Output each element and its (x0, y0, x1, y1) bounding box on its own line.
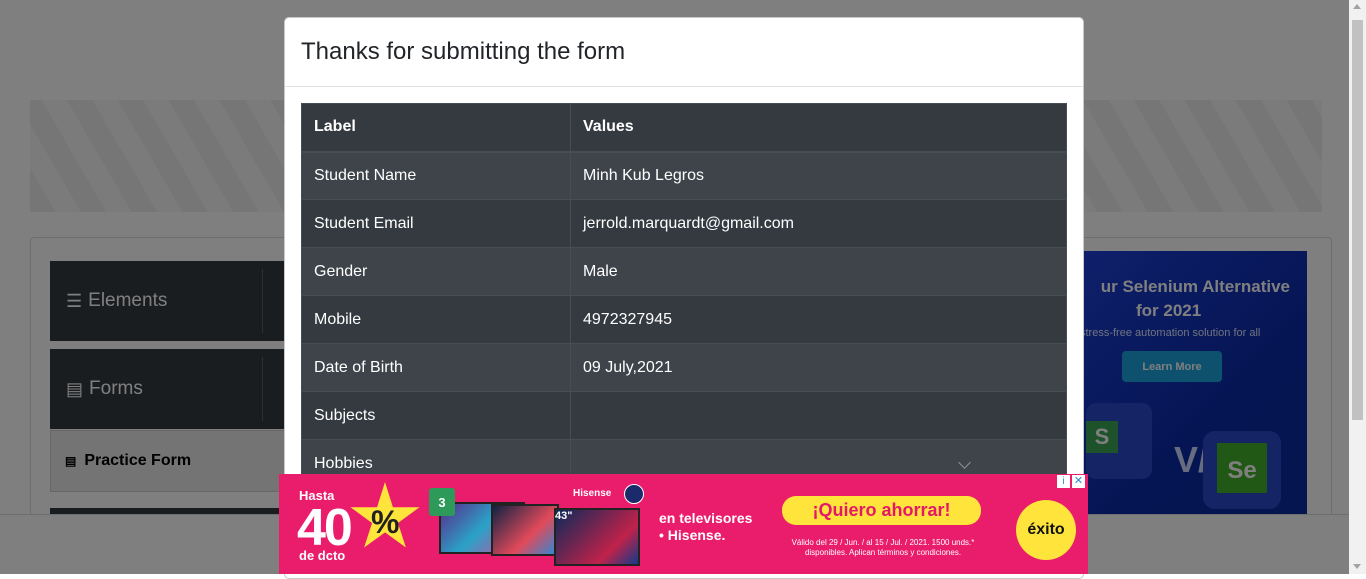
psg-logo-icon (624, 484, 644, 504)
scrollbar-thumb[interactable] (1352, 20, 1363, 420)
row-value: jerrold.marquardt@gmail.com (570, 199, 1067, 248)
table-row: Student Name Minh Kub Legros (301, 151, 1067, 200)
row-value: Male (570, 247, 1067, 296)
row-value: 4972327945 (570, 295, 1067, 344)
scroll-up-arrow-icon[interactable] (1353, 4, 1361, 9)
table-row: Student Email jerrold.marquardt@gmail.co… (301, 199, 1067, 248)
row-value: 09 July,2021 (570, 343, 1067, 392)
row-label: Student Email (301, 199, 571, 248)
tv-size-label: 43" (555, 510, 573, 522)
table-header-row: Label Values (301, 103, 1067, 153)
table-row: Mobile 4972327945 (301, 295, 1067, 344)
ad-tv-text-line1: en televisores (659, 510, 753, 526)
row-label: Gender (301, 247, 571, 296)
row-label: Date of Birth (301, 343, 571, 392)
ad-tv-text: en televisores • Hisense. (659, 510, 752, 544)
table-row: Subjects (301, 391, 1067, 440)
ad-percent-sign: % (371, 504, 400, 540)
ad-legal-text: Válido del 29 / Jun. / al 15 / Jul. / 20… (791, 538, 975, 557)
scroll-down-arrow-icon[interactable] (1353, 564, 1361, 569)
row-label: Student Name (301, 151, 571, 200)
modal-header: Thanks for submitting the form (285, 18, 1083, 87)
table-row: Gender Male (301, 247, 1067, 296)
table-row: Date of Birth 09 July,2021 (301, 343, 1067, 392)
bottom-advertisement[interactable]: Hasta 40 % de dcto 3 Hisense 43" en tele… (279, 474, 1088, 574)
ad-info-icon[interactable]: i (1057, 475, 1070, 488)
ad-badge: 3 (429, 488, 455, 516)
modal-title: Thanks for submitting the form (301, 38, 626, 65)
ad-tv-text-line2: • Hisense. (659, 527, 726, 543)
hisense-logo: Hisense (573, 488, 612, 499)
row-value (570, 391, 1067, 440)
row-label: Subjects (301, 391, 571, 440)
row-label: Mobile (301, 295, 571, 344)
ad-dcto-text: de dcto (299, 548, 346, 563)
exito-logo: éxito (1016, 500, 1076, 560)
column-header-values: Values (570, 103, 1067, 153)
tv-image (491, 504, 559, 556)
results-table: Label Values Student Name Minh Kub Legro… (301, 103, 1067, 488)
results-table-wrapper: Label Values Student Name Minh Kub Legro… (301, 103, 1067, 488)
row-value: Minh Kub Legros (570, 151, 1067, 200)
column-header-label: Label (301, 103, 571, 153)
ad-close-icon[interactable]: ✕ (1072, 475, 1085, 488)
ad-cta-button[interactable]: ¡Quiero ahorrar! (782, 496, 981, 525)
